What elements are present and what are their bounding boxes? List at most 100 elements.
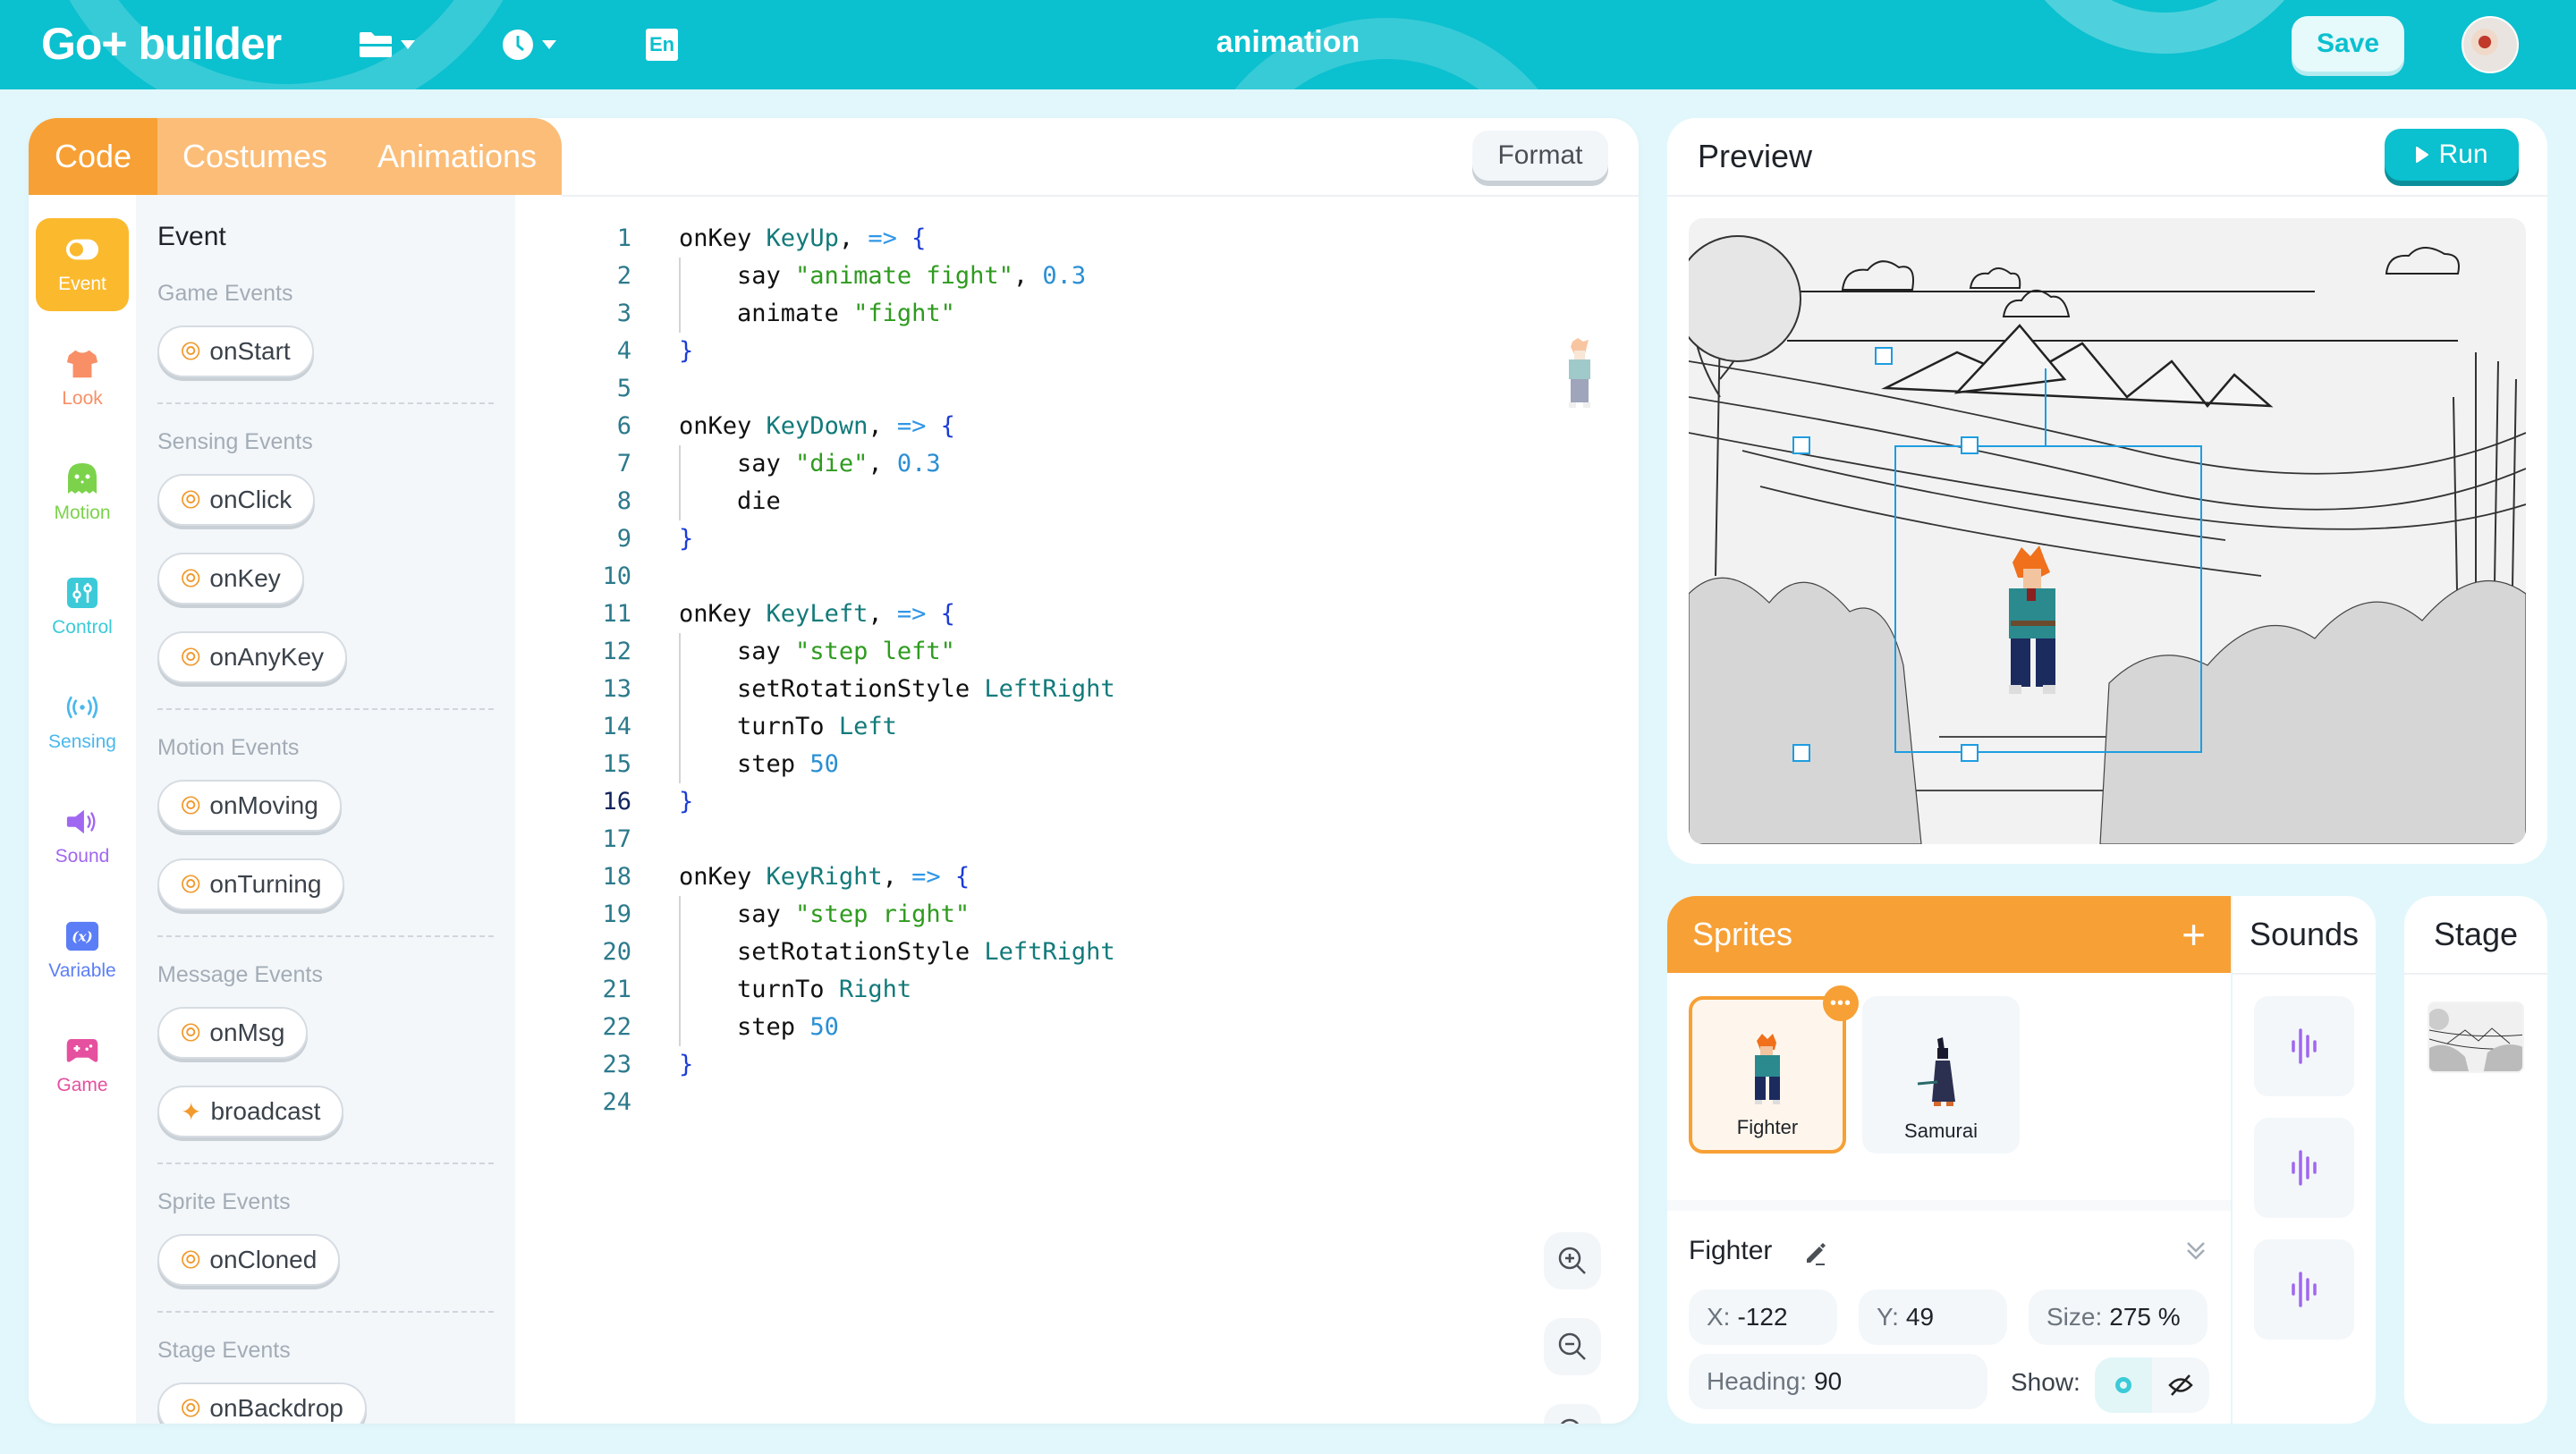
code-token: 50	[809, 750, 839, 778]
code-line[interactable]: setRotationStyle LeftRight	[679, 934, 1115, 971]
y-value: 49	[1905, 1303, 1935, 1331]
sound-item[interactable]	[2254, 1118, 2354, 1218]
code-line[interactable]: setRotationStyle LeftRight	[679, 671, 1115, 708]
size-field[interactable]: Size: 275 %	[2029, 1289, 2207, 1345]
zoom-reset-button[interactable]	[1544, 1404, 1601, 1424]
category-motion[interactable]: Motion	[36, 447, 129, 540]
resize-handle[interactable]	[1961, 744, 1979, 762]
language-icon[interactable]: En	[646, 29, 678, 61]
code-content[interactable]: onKey KeyUp, => { say "animate fight", 0…	[679, 220, 1115, 1121]
listen-ear-icon: ⦾	[181, 790, 201, 819]
code-line[interactable]: step 50	[679, 1009, 1115, 1046]
indent-guide	[679, 746, 681, 783]
category-look[interactable]: Look	[36, 333, 129, 426]
line-number: 15	[602, 750, 631, 778]
code-line[interactable]: step 50	[679, 746, 1115, 783]
category-variable[interactable]: (x) Variable	[36, 905, 129, 998]
pencil-icon[interactable]	[1801, 1239, 1828, 1266]
history-menu[interactable]	[501, 27, 556, 63]
zoom-out-button[interactable]	[1544, 1318, 1601, 1375]
code-token: =>	[896, 600, 927, 628]
code-line[interactable]	[679, 558, 1115, 596]
code-line[interactable]: }	[679, 333, 1115, 370]
code-line[interactable]	[679, 821, 1115, 858]
block-label: onKey	[209, 564, 281, 592]
code-line[interactable]: say "animate fight", 0.3	[679, 258, 1115, 295]
code-line[interactable]: }	[679, 1046, 1115, 1084]
code-line[interactable]: say "step left"	[679, 633, 1115, 671]
rotation-handle[interactable]	[1875, 347, 1893, 365]
code-line[interactable]: }	[679, 520, 1115, 558]
heading-field[interactable]: Heading: 90	[1689, 1354, 1987, 1409]
block-onclick[interactable]: ⦾ onClick	[157, 474, 316, 526]
format-button[interactable]: Format	[1472, 131, 1608, 181]
backdrop-thumbnail[interactable]	[2428, 1002, 2524, 1073]
block-onstart[interactable]: ⦾ onStart	[157, 325, 314, 377]
code-line[interactable]: }	[679, 783, 1115, 821]
stage-title[interactable]: Stage	[2404, 916, 2547, 953]
line-number: 18	[602, 863, 631, 891]
code-line[interactable]: onKey KeyRight, => {	[679, 858, 1115, 896]
code-line[interactable]: onKey KeyUp, => {	[679, 220, 1115, 258]
resize-handle[interactable]	[1792, 436, 1810, 454]
block-onmsg[interactable]: ⦾ onMsg	[157, 1007, 309, 1059]
stage-canvas[interactable]	[1689, 218, 2526, 844]
indent-guide	[679, 671, 681, 708]
category-control[interactable]: Control	[36, 562, 129, 655]
block-broadcast[interactable]: ✦ broadcast	[157, 1086, 344, 1137]
code-line[interactable]: turnTo Left	[679, 708, 1115, 746]
save-button[interactable]: Save	[2292, 16, 2404, 72]
line-number: 4	[616, 337, 631, 365]
block-oncloned[interactable]: ⦾ onCloned	[157, 1234, 341, 1286]
add-sprite-button[interactable]: +	[2182, 910, 2206, 959]
listen-ear-icon: ⦾	[181, 563, 201, 592]
zoom-in-button[interactable]	[1544, 1232, 1601, 1289]
resize-handle[interactable]	[1961, 436, 1979, 454]
category-event[interactable]: Event	[36, 218, 129, 311]
code-line[interactable]: say "step right"	[679, 896, 1115, 934]
code-editor[interactable]: 1 2 3 4 5 6 7 8 9 10 11 12 13 14 15 16 17 18 19 20 21 22 23 24 …	[515, 197, 1639, 1424]
resize-handle[interactable]	[1792, 744, 1810, 762]
line-number: 8	[616, 487, 631, 515]
code-line[interactable]: die	[679, 483, 1115, 520]
sprite-card-fighter[interactable]: Fighter •••	[1689, 985, 1859, 1154]
block-onanykey[interactable]: ⦾ onAnyKey	[157, 631, 348, 683]
y-field[interactable]: Y: 49	[1859, 1289, 2007, 1345]
show-hidden-button[interactable]	[2152, 1357, 2209, 1413]
category-game[interactable]: Game	[36, 1019, 129, 1112]
category-sensing[interactable]: Sensing	[36, 676, 129, 769]
code-line[interactable]: onKey KeyDown, => {	[679, 408, 1115, 445]
category-label: Control	[52, 617, 113, 638]
sprite-card-samurai[interactable]: Samurai	[1862, 996, 2020, 1154]
sounds-title[interactable]: Sounds	[2233, 916, 2376, 953]
category-sound[interactable]: Sound	[36, 790, 129, 883]
user-avatar[interactable]	[2462, 16, 2519, 73]
sound-item[interactable]	[2254, 996, 2354, 1096]
tab-code[interactable]: Code	[29, 118, 157, 195]
block-onmoving[interactable]: ⦾ onMoving	[157, 780, 342, 832]
zoom-reset-icon	[1560, 1418, 1580, 1424]
tab-costumes[interactable]: Costumes	[157, 118, 352, 195]
sound-item[interactable]	[2254, 1239, 2354, 1340]
show-label: Show:	[2011, 1368, 2080, 1396]
block-onkey[interactable]: ⦾ onKey	[157, 553, 304, 604]
x-field[interactable]: X: -122	[1689, 1289, 1837, 1345]
code-line[interactable]: onKey KeyLeft, => {	[679, 596, 1115, 633]
chevron-double-down-icon[interactable]	[2184, 1239, 2207, 1263]
run-button[interactable]: Run	[2385, 129, 2519, 181]
code-line[interactable]: say "die", 0.3	[679, 445, 1115, 483]
project-title: animation	[1216, 25, 1360, 59]
code-line[interactable]: animate "fight"	[679, 295, 1115, 333]
code-line[interactable]: turnTo Right	[679, 971, 1115, 1009]
block-onbackdrop[interactable]: ⦾ onBackdrop	[157, 1382, 367, 1424]
code-line[interactable]	[679, 370, 1115, 408]
block-onturning[interactable]: ⦾ onTurning	[157, 858, 345, 910]
line-number: 22	[602, 1013, 631, 1041]
project-menu[interactable]	[358, 27, 415, 63]
show-visible-button[interactable]	[2095, 1357, 2152, 1413]
code-line[interactable]	[679, 1084, 1115, 1121]
divider	[157, 1311, 494, 1313]
app-logo[interactable]: Go+ builder	[41, 18, 282, 70]
more-options-icon[interactable]: •••	[1823, 985, 1859, 1021]
tab-animations[interactable]: Animations	[352, 118, 562, 195]
